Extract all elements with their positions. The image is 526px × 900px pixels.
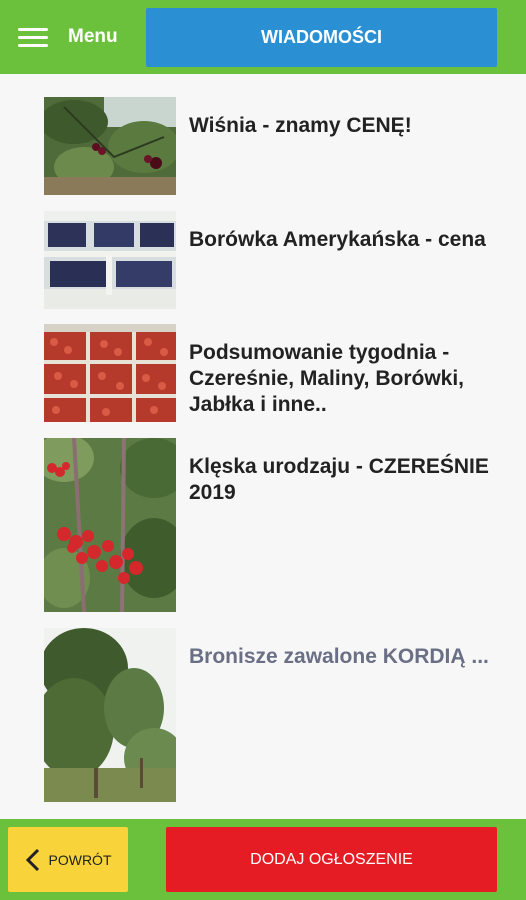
article-title: Podsumowanie tygodnia - Czereśnie, Malin… xyxy=(189,341,465,416)
article-item[interactable]: Borówka Amerykańska - cena xyxy=(44,211,489,309)
article-title: Wiśnia - znamy CENĘ! xyxy=(189,114,412,137)
bottom-bar: POWRÓT DODAJ OGŁOSZENIE xyxy=(0,819,526,900)
article-item[interactable]: Podsumowanie tygodnia - Czereśnie, Malin… xyxy=(44,324,489,422)
article-item[interactable]: Wiśnia - znamy CENĘ! xyxy=(44,97,489,195)
article-thumbnail xyxy=(44,438,176,612)
article-thumbnail xyxy=(44,628,176,802)
hamburger-icon xyxy=(18,24,50,50)
article-thumbnail xyxy=(44,324,176,422)
article-title: Borówka Amerykańska - cena xyxy=(189,228,486,251)
article-list: Wiśnia - znamy CENĘ! Borówka Amerykańska… xyxy=(0,74,526,819)
add-listing-button[interactable]: DODAJ OGŁOSZENIE xyxy=(166,827,497,892)
top-bar: Menu WIADOMOŚCI xyxy=(0,0,526,74)
article-item[interactable]: Klęska urodzaju - CZEREŚNIE 2019 xyxy=(44,438,489,612)
chevron-left-icon xyxy=(25,848,39,871)
menu-label: Menu xyxy=(68,26,118,47)
article-title: Bronisze zawalone KORDIĄ ... xyxy=(189,645,489,668)
article-item[interactable]: Bronisze zawalone KORDIĄ ... xyxy=(44,628,489,802)
article-thumbnail xyxy=(44,97,176,195)
menu-button[interactable]: Menu xyxy=(18,18,118,56)
back-button[interactable]: POWRÓT xyxy=(8,827,128,892)
news-button[interactable]: WIADOMOŚCI xyxy=(146,8,497,67)
article-thumbnail xyxy=(44,211,176,309)
back-label: POWRÓT xyxy=(48,851,112,868)
article-title: Klęska urodzaju - CZEREŚNIE 2019 xyxy=(189,455,489,504)
